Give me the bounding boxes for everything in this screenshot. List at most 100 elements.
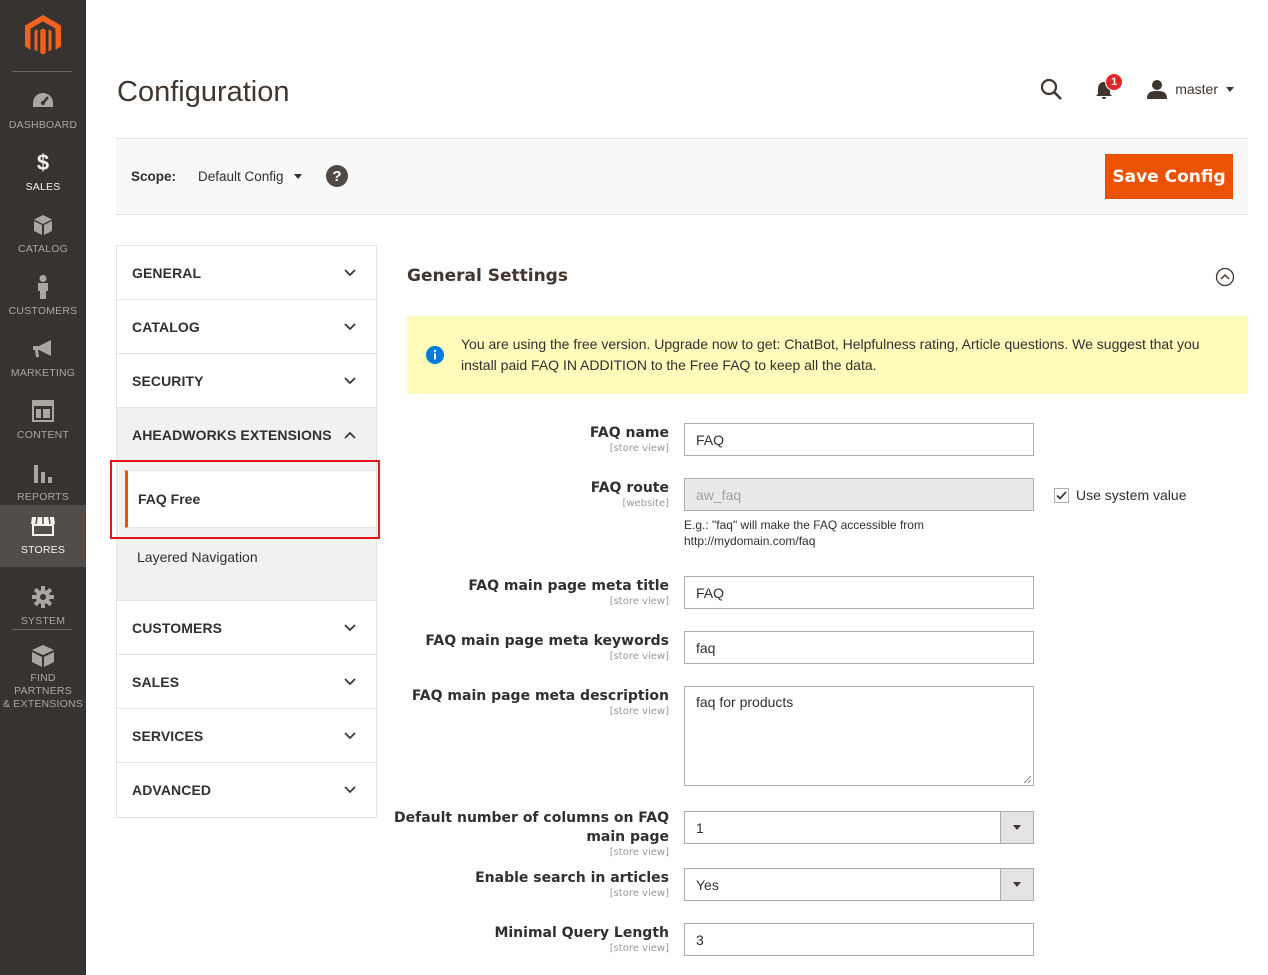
chevron-down-icon	[344, 731, 356, 739]
config-item-faq-free[interactable]: FAQ Free	[125, 470, 376, 528]
person-icon	[30, 274, 56, 300]
sidebar-item-dashboard[interactable]: DASHBOARD	[0, 80, 86, 142]
section-title: CATALOG	[132, 318, 200, 335]
field-label-meta-keywords: FAQ main page meta keywords [store view]	[425, 632, 669, 663]
scope-value: Default Config	[198, 169, 284, 184]
textarea-value: faq for products	[696, 694, 794, 710]
sidebar-item-label: & EXTENSIONS	[2, 698, 83, 710]
field-label-faq-route: FAQ route [website]	[591, 479, 669, 510]
partners-box-icon	[30, 644, 56, 668]
config-section-catalog[interactable]: CATALOG	[117, 300, 376, 354]
search-icon[interactable]	[1039, 77, 1063, 101]
label-text: Minimal Query Length	[494, 925, 669, 941]
chevron-down-icon	[344, 268, 356, 276]
scope-hint: [store view]	[609, 596, 669, 607]
section-title: GENERAL	[132, 264, 202, 281]
config-section-advanced[interactable]: ADVANCED	[117, 763, 376, 817]
sidebar-item-label: FIND PARTNERS	[14, 672, 72, 697]
label-text: main page	[586, 829, 669, 845]
chevron-down-icon	[1000, 869, 1033, 900]
save-config-button[interactable]: Save Config	[1105, 154, 1233, 199]
scope-hint: [store view]	[609, 443, 669, 454]
config-item-layered-navigation[interactable]: Layered Navigation	[117, 528, 376, 586]
field-label-meta-title: FAQ main page meta title [store view]	[468, 577, 669, 608]
info-icon	[426, 346, 444, 364]
collapse-icon[interactable]	[1215, 267, 1235, 287]
label-text: Default number of columns on FAQ	[394, 810, 669, 826]
scope-hint: [store view]	[609, 706, 669, 717]
enable-search-select[interactable]: Yes	[684, 868, 1034, 901]
sidebar-item-sales[interactable]: $ SALES	[0, 142, 86, 204]
field-label-faq-name: FAQ name [store view]	[590, 424, 669, 455]
magento-logo[interactable]	[0, 0, 86, 72]
scope-hint: [store view]	[609, 943, 669, 954]
section-title: AHEADWORKS EXTENSIONS	[132, 427, 332, 443]
note-line: http://mydomain.com/faq	[684, 534, 816, 548]
chevron-down-icon	[344, 322, 356, 330]
scope-hint: [store view]	[609, 651, 669, 662]
upgrade-notice: You are using the free version. Upgrade …	[407, 316, 1248, 394]
resize-handle-icon[interactable]	[1022, 774, 1032, 784]
chevron-down-icon	[344, 786, 356, 794]
config-nav: GENERAL CATALOG SECURITY AHEADWORKS EXTE…	[116, 245, 377, 818]
notifications-button[interactable]: 1	[1095, 73, 1124, 101]
select-value: 1	[696, 819, 704, 836]
section-title: SECURITY	[132, 372, 204, 389]
meta-keywords-input[interactable]: faq	[684, 631, 1034, 664]
columns-select[interactable]: 1	[684, 811, 1034, 844]
config-section-customers[interactable]: CUSTOMERS	[117, 601, 376, 655]
scope-hint: [store view]	[609, 847, 669, 858]
section-title: SERVICES	[132, 727, 204, 744]
section-title: SALES	[132, 673, 180, 690]
chevron-down-icon	[344, 677, 356, 685]
config-section-security[interactable]: SECURITY	[117, 354, 376, 408]
scope-hint: [store view]	[609, 888, 669, 899]
sidebar-divider	[12, 71, 72, 72]
sidebar-item-catalog[interactable]: CATALOG	[0, 204, 86, 266]
config-section-sales[interactable]: SALES	[117, 655, 376, 709]
config-section-aheadworks-extensions[interactable]: AHEADWORKS EXTENSIONS	[117, 408, 376, 462]
section-title: CUSTOMERS	[132, 619, 223, 636]
sidebar-item-find-partners[interactable]: FIND PARTNERS & EXTENSIONS	[0, 636, 86, 710]
user-menu[interactable]: master	[1147, 79, 1234, 99]
sidebar-item-stores[interactable]: STORES	[0, 505, 86, 567]
chevron-up-icon	[344, 431, 356, 439]
select-value: Yes	[696, 876, 719, 893]
chevron-down-icon	[344, 623, 356, 631]
sidebar-item-marketing[interactable]: MARKETING	[0, 328, 86, 390]
check-icon	[1056, 490, 1067, 500]
label-text: FAQ route	[590, 480, 669, 496]
label-text: Enable search in articles	[475, 870, 669, 886]
faq-route-note: E.g.: "faq" will make the FAQ accessible…	[684, 517, 924, 549]
megaphone-icon	[30, 336, 56, 362]
meta-description-textarea[interactable]: faq for products	[684, 686, 1034, 786]
config-section-services[interactable]: SERVICES	[117, 709, 376, 763]
bar-chart-icon	[30, 460, 56, 486]
label-text: FAQ main page meta description	[411, 688, 669, 704]
chevron-down-icon	[344, 376, 356, 384]
config-section-general[interactable]: GENERAL	[117, 246, 376, 300]
scope-label: Scope:	[131, 169, 177, 184]
sidebar-item-content[interactable]: CONTENT	[0, 390, 86, 452]
help-icon[interactable]: ?	[326, 165, 348, 187]
label-text: FAQ main page meta keywords	[425, 633, 669, 649]
sidebar-item-customers[interactable]: CUSTOMERS	[0, 266, 86, 328]
use-system-value-checkbox[interactable]: Use system value	[1054, 487, 1186, 503]
min-query-length-input[interactable]: 3	[684, 923, 1034, 956]
section-title: ADVANCED	[132, 782, 212, 798]
admin-sidebar: DASHBOARD $ SALES CATALOG CUSTOMERS MARK…	[0, 0, 86, 975]
scope-bar: Scope: Default Config ? Save Config	[116, 138, 1248, 215]
faq-name-input[interactable]: FAQ	[684, 423, 1034, 456]
chevron-down-icon	[1000, 812, 1033, 843]
magento-logo-icon	[25, 15, 61, 55]
chevron-down-icon	[1226, 86, 1234, 92]
username: master	[1175, 81, 1218, 97]
box-icon	[30, 212, 56, 238]
page-title: Configuration	[117, 76, 290, 108]
scope-switcher[interactable]: Default Config	[198, 169, 302, 184]
meta-title-input[interactable]: FAQ	[684, 576, 1034, 609]
note-line: E.g.: "faq" will make the FAQ accessible…	[684, 518, 924, 532]
checkbox-checked[interactable]	[1054, 487, 1069, 503]
dollar-icon: $	[36, 150, 50, 175]
sidebar-divider	[12, 629, 72, 630]
